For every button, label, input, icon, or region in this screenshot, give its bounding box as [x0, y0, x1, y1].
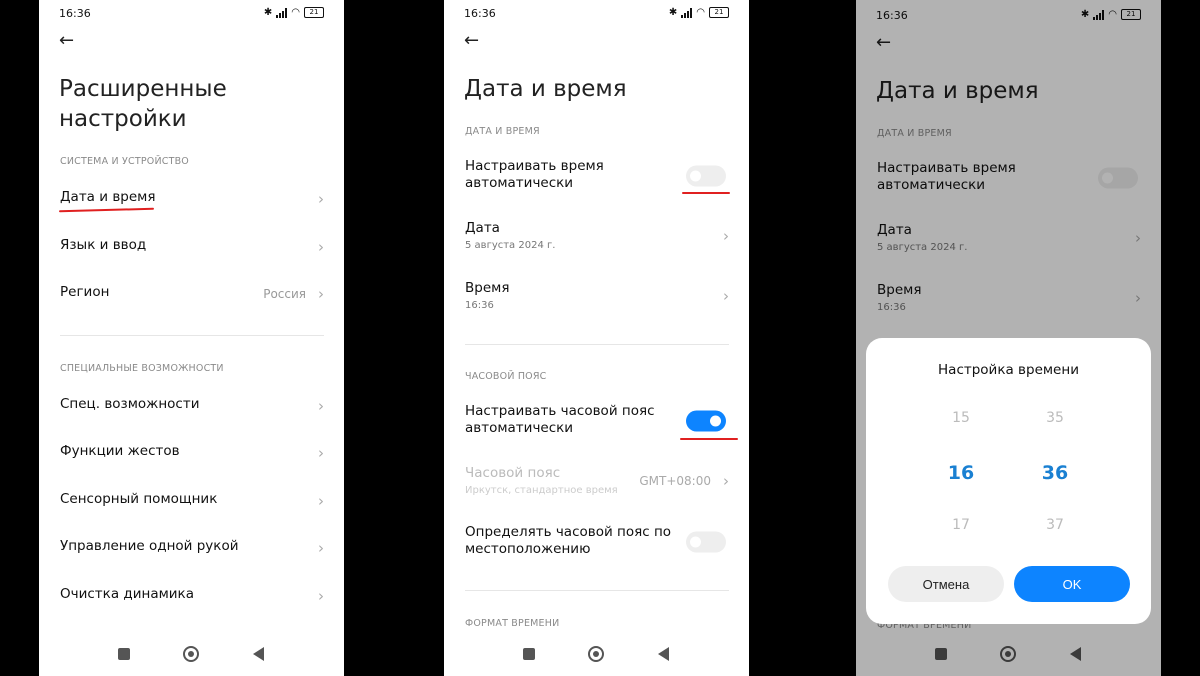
- back-arrow-icon[interactable]: ←: [464, 30, 479, 51]
- status-time: 16:36: [59, 7, 91, 20]
- region-value: Россия: [263, 287, 306, 301]
- chevron-right-icon: ›: [318, 397, 324, 415]
- chevron-right-icon: ›: [318, 238, 324, 256]
- navigation-bar: [444, 646, 749, 662]
- bluetooth-icon: ✱: [668, 7, 678, 18]
- section-header: СПЕЦИАЛЬНЫЕ ВОЗМОЖНОСТИ: [60, 363, 224, 374]
- page-title: Дата и время: [464, 76, 627, 102]
- timezone-location-toggle[interactable]: [686, 531, 726, 553]
- section-header: СИСТЕМА И УСТРОЙСТВО: [60, 156, 189, 167]
- chevron-right-icon: ›: [723, 287, 729, 305]
- setting-date[interactable]: Дата 5 августа 2024 г. ›: [465, 220, 729, 252]
- red-underline-annotation: [680, 438, 738, 440]
- chevron-right-icon: ›: [723, 472, 729, 490]
- battery-icon: 21: [304, 7, 324, 18]
- divider: [465, 590, 729, 591]
- chevron-right-icon: ›: [318, 444, 324, 462]
- timezone-offset: GMT+08:00: [639, 474, 711, 488]
- phone-screen-time-picker: 16:36 ✱ ◠ 21 ← Дата и время ДАТА И ВРЕМЯ…: [856, 0, 1161, 676]
- phone-screen-date-time: 16:36 ✱ ◠ 21 ← Дата и время ДАТА И ВРЕМЯ…: [444, 0, 749, 676]
- wifi-icon: ◠: [696, 7, 705, 18]
- navigation-bar: [39, 646, 344, 662]
- chevron-right-icon: ›: [318, 190, 324, 208]
- time-picker-dialog: Настройка времени 15 16 17 35 36 37 Отме…: [866, 338, 1151, 624]
- home-button[interactable]: [588, 646, 604, 662]
- minute-option[interactable]: 37: [1025, 517, 1085, 533]
- menu-item-region[interactable]: Регион Россия ›: [60, 284, 324, 304]
- section-header: ЧАСОВОЙ ПОЯС: [465, 371, 547, 382]
- battery-icon: 21: [709, 7, 729, 18]
- minute-option[interactable]: 35: [1025, 410, 1085, 426]
- minute-selected[interactable]: 36: [1025, 462, 1085, 484]
- hour-selected[interactable]: 16: [931, 462, 991, 484]
- page-title: Расширенные настройки: [59, 76, 227, 132]
- hour-option[interactable]: 15: [931, 410, 991, 426]
- hour-option[interactable]: 17: [931, 517, 991, 533]
- divider: [60, 335, 324, 336]
- section-header: ДАТА И ВРЕМЯ: [465, 126, 540, 137]
- status-bar: 16:36 ✱ ◠ 21: [59, 7, 324, 21]
- back-button[interactable]: [658, 647, 669, 661]
- menu-item-date-time[interactable]: Дата и время ›: [60, 189, 324, 209]
- wifi-icon: ◠: [291, 7, 300, 18]
- chevron-right-icon: ›: [318, 587, 324, 605]
- menu-item-touch-assistant[interactable]: Сенсорный помощник ›: [60, 491, 324, 511]
- phone-screen-advanced-settings: 16:36 ✱ ◠ 21 ← Расширенные настройки СИС…: [39, 0, 344, 676]
- status-bar: 16:36 ✱ ◠ 21: [464, 7, 729, 21]
- divider: [465, 344, 729, 345]
- setting-time[interactable]: Время 16:36 ›: [465, 280, 729, 312]
- home-button[interactable]: [183, 646, 199, 662]
- chevron-right-icon: ›: [318, 492, 324, 510]
- signal-icon: [681, 7, 693, 18]
- ok-button[interactable]: OK: [1014, 566, 1130, 602]
- chevron-right-icon: ›: [318, 285, 324, 303]
- bluetooth-icon: ✱: [263, 7, 273, 18]
- back-button[interactable]: [253, 647, 264, 661]
- menu-item-language-input[interactable]: Язык и ввод ›: [60, 237, 324, 257]
- back-arrow-icon[interactable]: ←: [59, 30, 74, 51]
- setting-auto-timezone[interactable]: Настраивать часовой пояс автоматически: [465, 403, 729, 439]
- setting-timezone: Часовой пояс Иркутск, стандартное время …: [465, 465, 729, 496]
- red-underline-annotation: [682, 192, 730, 194]
- section-header: ФОРМАТ ВРЕМЕНИ: [465, 618, 560, 629]
- menu-item-speaker-cleaning[interactable]: Очистка динамика ›: [60, 586, 324, 606]
- dialog-title: Настройка времени: [938, 362, 1079, 378]
- setting-timezone-location[interactable]: Определять часовой пояс по местоположени…: [465, 524, 729, 560]
- chevron-right-icon: ›: [318, 539, 324, 557]
- chevron-right-icon: ›: [723, 227, 729, 245]
- auto-timezone-toggle[interactable]: [686, 410, 726, 432]
- signal-icon: [276, 7, 288, 18]
- recents-button[interactable]: [118, 648, 130, 660]
- cancel-button[interactable]: Отмена: [888, 566, 1004, 602]
- auto-time-toggle[interactable]: [686, 165, 726, 187]
- menu-item-accessibility[interactable]: Спец. возможности ›: [60, 396, 324, 416]
- recents-button[interactable]: [523, 648, 535, 660]
- menu-item-one-hand-mode[interactable]: Управление одной рукой ›: [60, 538, 324, 558]
- menu-item-gestures[interactable]: Функции жестов ›: [60, 443, 324, 463]
- setting-auto-time[interactable]: Настраивать время автоматически: [465, 158, 729, 194]
- status-time: 16:36: [464, 7, 496, 20]
